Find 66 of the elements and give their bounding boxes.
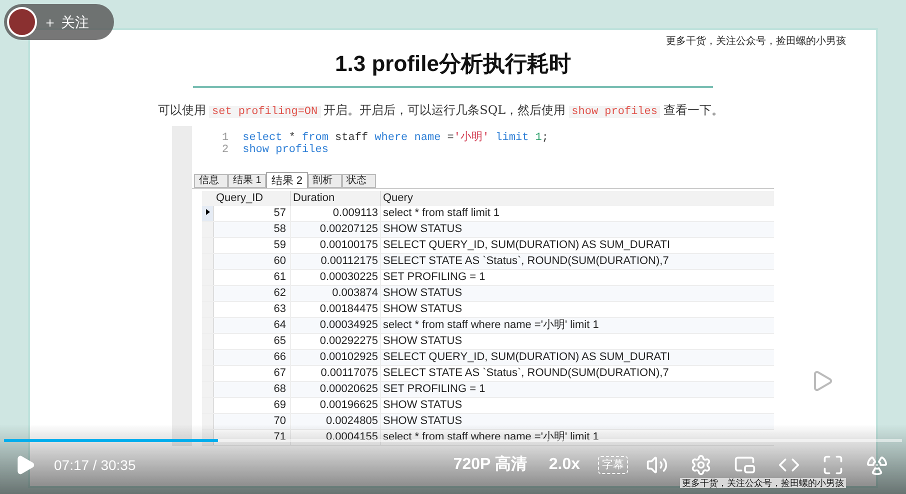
table-cell: 64 <box>214 318 291 333</box>
slide-title: 1.3 profile分析执行耗时 <box>335 50 571 78</box>
table-cell-text: SELECT QUERY_ID, SUM(DURATION) AS SUM_DURATI <box>382 350 672 365</box>
table-cell: 65 <box>214 334 291 349</box>
table-cell: 0.00020625 <box>291 382 381 397</box>
table-cell-text: select * from staff limit 1 <box>382 206 501 221</box>
time-display: 07:17 / 30:35 <box>54 456 136 474</box>
table-cell-text: SHOW STATUS <box>382 286 464 301</box>
row-pointer-icon <box>206 209 210 215</box>
slide-paragraph: 可以使用 set profiling=ON 开启。开启后，可以运行几条SQL，然后使用 show profiles 查看一下。 <box>158 102 724 120</box>
table-cell: 0.003874 <box>291 286 381 301</box>
table-cell-text: SET PROFILING = 1 <box>382 382 486 397</box>
table-cell: 0.00292275 <box>291 334 381 349</box>
table-cell-text: SHOW STATUS <box>382 398 464 413</box>
table-cell: 0.00184475 <box>291 302 381 317</box>
line-number: 2 <box>222 144 229 156</box>
table-cell: 58 <box>214 222 291 237</box>
table-cell: 0.00112175 <box>291 254 381 269</box>
table-cell: 0.009113 <box>291 206 381 221</box>
table-cell: 0.00207125 <box>291 222 381 237</box>
follow-label: ＋ 关注 <box>43 12 89 32</box>
avatar <box>7 7 37 37</box>
table-cell: 62 <box>214 286 291 301</box>
table-cell-text: SHOW STATUS <box>382 334 464 349</box>
table-cell-text: select * from staff where name ='小明' limit 1 <box>382 318 600 333</box>
table-cell: 63 <box>214 302 291 317</box>
slide-note: 更多干货，关注公众号，捡田螺的小男孩 <box>666 34 846 49</box>
table-cell-text: SET PROFILING = 1 <box>382 270 486 285</box>
settings-icon[interactable] <box>690 454 712 476</box>
code-line: select * from staff where name ='小明' limit 1; <box>242 132 549 144</box>
table-cell-text: SELECT QUERY_ID, SUM(DURATION) AS SUM_DURATI <box>382 238 672 253</box>
result-tab[interactable]: 剖析 <box>308 174 342 188</box>
table-cell-text: SHOW STATUS <box>382 414 464 429</box>
table-cell-text: SELECT STATE AS `Status`, ROUND(SUM(DURATION),7 <box>382 254 670 269</box>
table-cell: 0.00102925 <box>291 350 381 365</box>
table-cell: 0.00117075 <box>291 366 381 381</box>
table-cell: 60 <box>214 254 291 269</box>
table-cell: 69 <box>214 398 291 413</box>
table-cell: 0.00030225 <box>291 270 381 285</box>
table-cell: 59 <box>214 238 291 253</box>
follow-button[interactable]: ＋ 关注 <box>4 4 114 40</box>
table-cell: 67 <box>214 366 291 381</box>
result-tab[interactable]: 状态 <box>342 174 376 188</box>
table-cell: 0.0004155 <box>291 430 381 445</box>
radiation-icon[interactable] <box>866 454 888 476</box>
table-cell: 57 <box>214 206 291 221</box>
volume-icon[interactable] <box>646 454 668 476</box>
code-line: show profiles <box>242 144 328 156</box>
line-number: 1 <box>222 132 229 144</box>
table-cell-text: SHOW STATUS <box>382 302 464 317</box>
result-tab[interactable]: 结果 2 <box>266 172 308 188</box>
table-cell: 0.00100175 <box>291 238 381 253</box>
window-icon[interactable] <box>734 454 756 476</box>
table-cell: 61 <box>214 270 291 285</box>
table-cell-text: select * from staff where name ='小明' limit 1 <box>382 430 600 445</box>
table-cell-text: SHOW STATUS <box>382 222 464 237</box>
column-header[interactable]: Query <box>381 191 697 206</box>
fullscreen-icon[interactable] <box>822 454 844 476</box>
table-cell-text: SELECT STATE AS `Status`, ROUND(SUM(DURATION),7 <box>382 366 670 381</box>
slide-note: 更多干货，关注公众号，捡田螺的小男孩 <box>680 478 846 488</box>
result-tab[interactable]: 结果 1 <box>228 174 266 188</box>
table-cell: 68 <box>214 382 291 397</box>
table-cell: 0.00034925 <box>291 318 381 333</box>
table-cell: 0.00196625 <box>291 398 381 413</box>
result-tab[interactable]: 信息 <box>194 174 228 188</box>
table-cell: 66 <box>214 350 291 365</box>
